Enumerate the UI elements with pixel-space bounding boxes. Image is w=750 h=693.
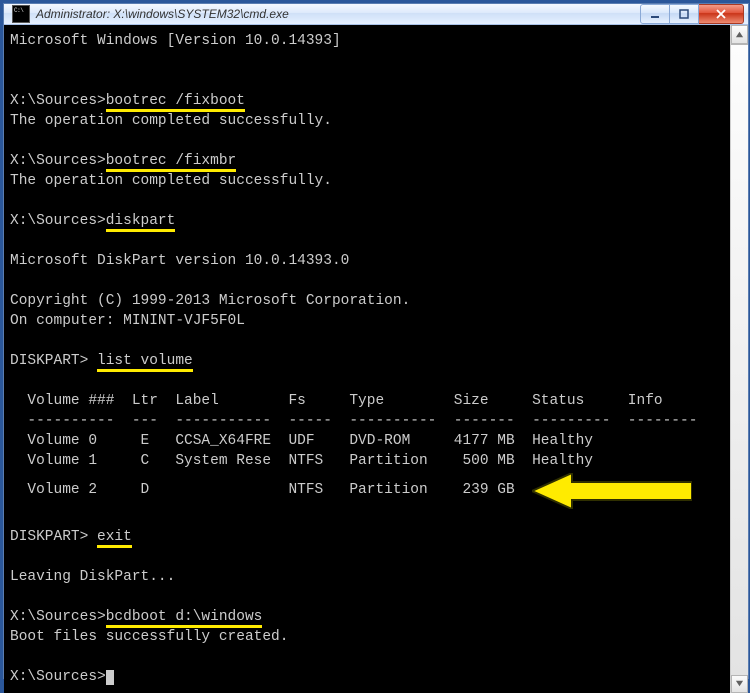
text-cursor xyxy=(106,670,114,685)
command-diskpart: diskpart xyxy=(106,213,176,232)
diskpart-version: Microsoft DiskPart version 10.0.14393.0 xyxy=(10,253,349,269)
prompt: X:\Sources> xyxy=(10,153,106,169)
command-exit: exit xyxy=(97,529,132,548)
table-divider: ---------- --- ----------- ----- -------… xyxy=(10,413,697,429)
arrow-left-icon xyxy=(532,473,692,509)
result-line: Boot files successfully created. xyxy=(10,629,288,645)
chevron-up-icon xyxy=(735,30,744,39)
minimize-icon xyxy=(650,9,660,19)
minimize-button[interactable] xyxy=(640,4,670,24)
diskpart-computer: On computer: MININT-VJF5F0L xyxy=(10,313,245,329)
diskpart-copyright: Copyright (C) 1999-2013 Microsoft Corpor… xyxy=(10,293,410,309)
banner-line: Microsoft Windows [Version 10.0.14393] xyxy=(10,33,341,49)
command-fixmbr: bootrec /fixmbr xyxy=(106,153,237,172)
scroll-track[interactable] xyxy=(731,44,748,674)
result-line: The operation completed successfully. xyxy=(10,173,332,189)
command-fixboot: bootrec /fixboot xyxy=(106,93,245,112)
command-list-volume: list volume xyxy=(97,353,193,372)
window-controls xyxy=(640,4,744,24)
scroll-up-button[interactable] xyxy=(731,25,748,44)
maximize-button[interactable] xyxy=(670,4,699,24)
prompt: X:\Sources> xyxy=(10,93,106,109)
scroll-down-button[interactable] xyxy=(731,674,748,693)
prompt: X:\Sources> xyxy=(10,609,106,625)
diskpart-leaving: Leaving DiskPart... xyxy=(10,569,175,585)
close-icon xyxy=(716,9,726,19)
titlebar[interactable]: Administrator: X:\windows\SYSTEM32\cmd.e… xyxy=(4,4,748,25)
terminal-output[interactable]: Microsoft Windows [Version 10.0.14393] X… xyxy=(4,25,730,693)
table-row: Volume 2 D NTFS Partition 239 GB xyxy=(10,482,532,498)
prompt: X:\Sources> xyxy=(10,213,106,229)
result-line: The operation completed successfully. xyxy=(10,113,332,129)
diskpart-prompt: DISKPART> xyxy=(10,353,97,369)
cmd-window: Administrator: X:\windows\SYSTEM32\cmd.e… xyxy=(3,3,749,679)
vertical-scrollbar[interactable] xyxy=(730,25,748,693)
diskpart-prompt: DISKPART> xyxy=(10,529,97,545)
command-bcdboot: bcdboot d:\windows xyxy=(106,609,263,628)
close-button[interactable] xyxy=(699,4,744,24)
table-row: Volume 0 E CCSA_X64FRE UDF DVD-ROM 4177 … xyxy=(10,433,593,449)
chevron-down-icon xyxy=(735,679,744,688)
terminal-area: Microsoft Windows [Version 10.0.14393] X… xyxy=(4,25,748,693)
table-row: Volume 1 C System Rese NTFS Partition 50… xyxy=(10,453,593,469)
scroll-thumb[interactable] xyxy=(731,44,748,676)
highlight-arrow xyxy=(532,473,692,509)
maximize-icon xyxy=(679,9,689,19)
cmd-icon xyxy=(12,5,30,23)
window-title: Administrator: X:\windows\SYSTEM32\cmd.e… xyxy=(36,7,289,21)
table-header: Volume ### Ltr Label Fs Type Size Status… xyxy=(10,393,663,409)
prompt: X:\Sources> xyxy=(10,669,106,685)
